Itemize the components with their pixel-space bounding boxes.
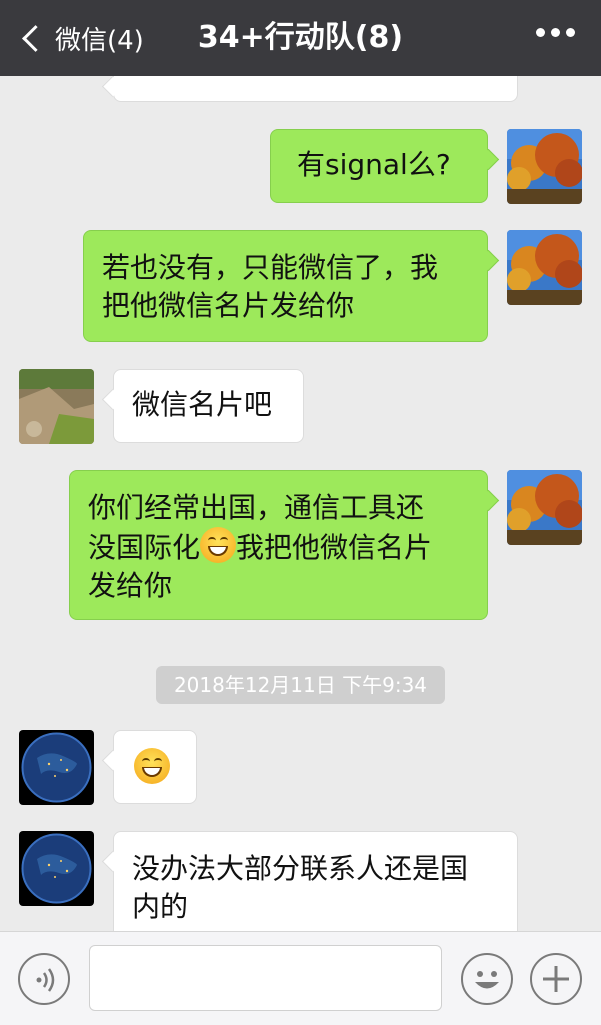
grinning-face-emoji-icon <box>134 748 170 784</box>
plus-icon <box>543 966 569 992</box>
message-bubble-partial[interactable] <box>113 76 518 102</box>
message-text-line: 内的 <box>132 890 189 923</box>
dot-icon <box>566 28 575 37</box>
message-text-line: 若也没有，只能微信了，我 <box>102 251 439 284</box>
avatar-rocky-landscape-image <box>19 369 94 444</box>
my-avatar[interactable] <box>507 129 582 204</box>
message-text-line: 没国际化 我把他微信名片 <box>88 527 487 567</box>
avatar-autumn-tree-image <box>507 230 582 305</box>
grinning-face-emoji-icon <box>200 527 237 563</box>
voice-icon <box>36 968 55 992</box>
contact-avatar[interactable] <box>19 730 94 805</box>
message-text: 有signal么? <box>297 148 451 181</box>
my-avatar[interactable] <box>507 230 582 305</box>
input-toolbar <box>0 931 601 1025</box>
avatar-earth-globe-image <box>19 831 94 906</box>
smiley-icon <box>475 971 499 989</box>
message-text-line: 发给你 <box>88 569 173 602</box>
message-bubble[interactable] <box>113 730 197 804</box>
message-input[interactable] <box>89 945 442 1011</box>
more-functions-button[interactable] <box>530 953 582 1005</box>
nav-bar: 微信(4) 34+行动队(8) <box>0 0 601 76</box>
message-text-line: 没办法大部分联系人还是国 <box>132 852 469 885</box>
message-text: 没国际化 <box>88 531 201 564</box>
message-bubble[interactable]: 若也没有，只能微信了，我 把他微信名片发给你 <box>83 230 488 342</box>
avatar-autumn-tree-image <box>507 470 582 545</box>
message-text: 我把他微信名片 <box>236 531 433 564</box>
chat-title: 34+行动队(8) <box>197 20 404 55</box>
message-bubble[interactable]: 你们经常出国，通信工具还 没国际化 我把他微信名片 发给你 <box>69 470 488 620</box>
contact-avatar[interactable] <box>19 369 94 444</box>
my-avatar[interactable] <box>507 470 582 545</box>
avatar-earth-globe-image <box>19 730 94 805</box>
more-options-button[interactable] <box>536 28 575 37</box>
message-bubble[interactable]: 微信名片吧 <box>113 369 304 443</box>
contact-avatar[interactable] <box>19 831 94 906</box>
emoji-button[interactable] <box>461 953 513 1005</box>
message-text-line: 把他微信名片发给你 <box>102 289 355 322</box>
avatar-autumn-tree-image <box>507 129 582 204</box>
chat-history[interactable]: 有signal么? 若也没有，只能微信了，我 把他微信名片发给你 微信名片吧 你… <box>0 76 601 931</box>
message-bubble[interactable]: 有signal么? <box>270 129 488 203</box>
dot-icon <box>536 28 545 37</box>
message-bubble[interactable]: 没办法大部分联系人还是国 内的 <box>113 831 518 931</box>
message-text: 微信名片吧 <box>132 388 273 421</box>
dot-icon <box>551 28 560 37</box>
timestamp-label: 2018年12月11日 下午9:34 <box>156 666 445 704</box>
voice-input-button[interactable] <box>18 953 70 1005</box>
message-text-line: 你们经常出国，通信工具还 <box>88 491 425 524</box>
